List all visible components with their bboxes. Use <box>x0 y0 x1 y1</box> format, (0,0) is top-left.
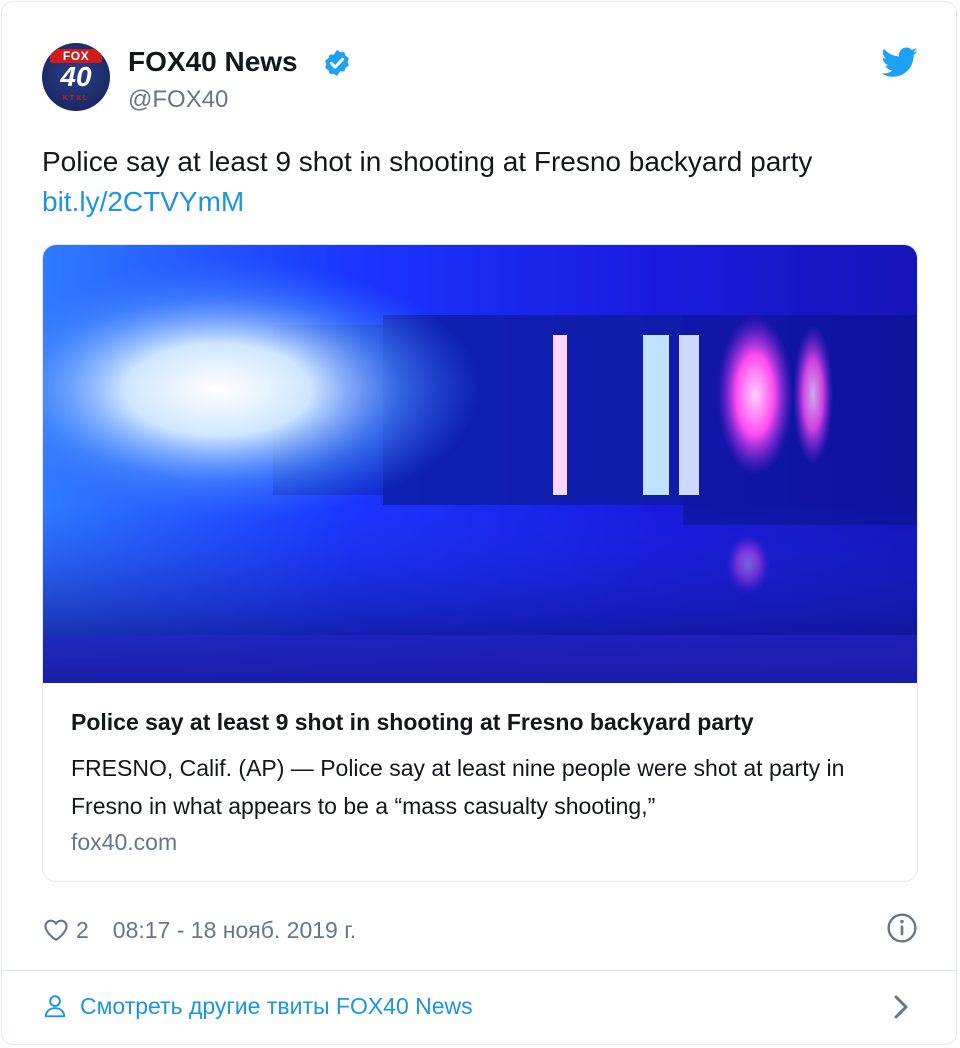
footer-divider <box>2 970 956 971</box>
tweet-timestamp[interactable]: 08:17 - 18 нояб. 2019 г. <box>113 917 356 944</box>
avatar-logo-number: 40 <box>60 61 92 92</box>
heart-icon[interactable] <box>42 916 70 944</box>
person-icon <box>44 995 66 1018</box>
tweet-meta: 2 08:17 - 18 нояб. 2019 г. <box>42 912 356 948</box>
tweet-link[interactable]: bit.ly/2CTVYmM <box>42 182 812 222</box>
card-image-police-lights[interactable] <box>43 245 918 683</box>
account-handle[interactable]: @FOX40 <box>128 86 228 114</box>
like-count[interactable]: 2 <box>76 917 89 944</box>
card-description: FRESNO, Calif. (AP) — Police say at leas… <box>71 755 845 819</box>
more-tweets-link[interactable]: Смотреть другие твиты FOX40 News <box>42 988 473 1024</box>
verified-badge-icon <box>325 49 349 77</box>
link-preview-card[interactable]: Police say at least 9 shot in shooting a… <box>42 244 918 882</box>
card-domain: fox40.com <box>71 829 178 855</box>
avatar-logo-call-sign: KTXL <box>62 95 90 102</box>
avatar[interactable]: FOX 40 KTXL <box>42 43 110 111</box>
tweet-body: Police say at least 9 shot in shooting a… <box>42 146 813 177</box>
chevron-right-icon[interactable] <box>890 992 912 1022</box>
info-icon[interactable] <box>886 912 918 944</box>
card-title[interactable]: Police say at least 9 shot in shooting a… <box>71 709 754 736</box>
tweet-text: Police say at least 9 shot in shooting a… <box>42 142 812 222</box>
twitter-bird-icon[interactable] <box>882 44 918 80</box>
more-tweets-label[interactable]: Смотреть другие твиты FOX40 News <box>80 993 473 1020</box>
embedded-tweet: FOX 40 KTXL FOX40 News @FOX40 Police say… <box>1 1 957 1045</box>
account-name[interactable]: FOX40 News <box>128 46 298 78</box>
